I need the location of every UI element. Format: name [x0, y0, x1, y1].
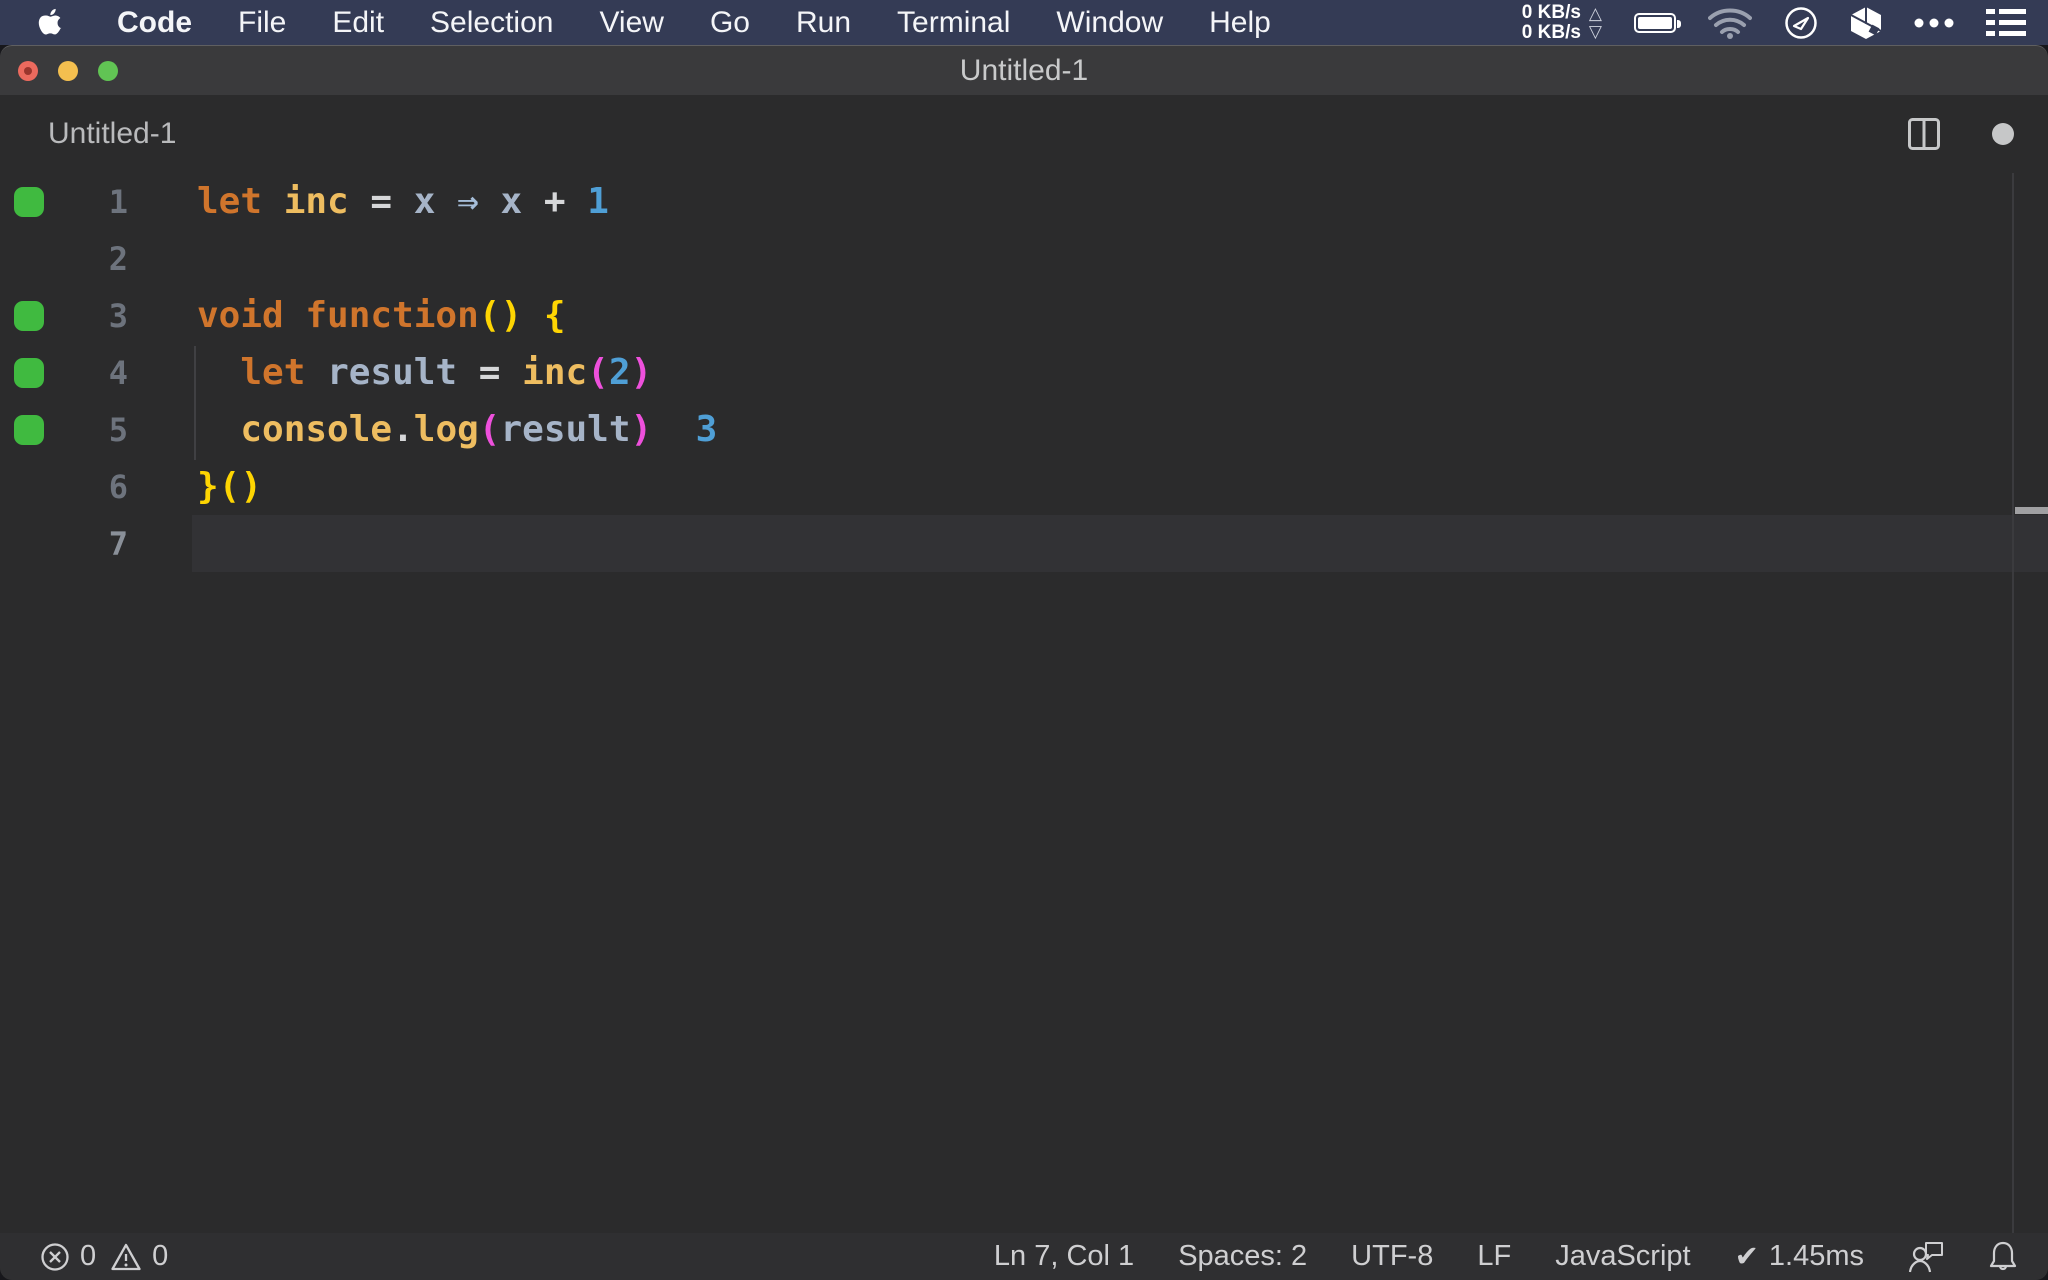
quokka-coverage-marker: [14, 414, 44, 445]
overview-ruler[interactable]: [2012, 173, 2014, 1233]
line-number: 5: [108, 410, 128, 449]
problems-warnings[interactable]: 0: [110, 1240, 168, 1273]
menu-item-terminal[interactable]: Terminal: [874, 6, 1033, 40]
list-menu-icon[interactable]: [1986, 8, 2026, 37]
quokka-timing[interactable]: ✔ 1.45ms: [1735, 1239, 1864, 1274]
quokka-coverage-marker: [14, 357, 44, 388]
warning-icon: [110, 1242, 142, 1272]
error-count: 0: [80, 1240, 97, 1272]
editor-area: Untitled-1 1 let inc = x ⇒ x + 1 2 3 void fu…: [0, 95, 2048, 1233]
line-number: 7: [108, 524, 128, 563]
apple-icon[interactable]: [38, 8, 64, 38]
language-mode[interactable]: JavaScript: [1555, 1240, 1690, 1273]
problems-errors[interactable]: 0: [40, 1240, 96, 1273]
battery-icon[interactable]: [1634, 12, 1681, 33]
net-down-speed: 0 KB/s: [1521, 21, 1581, 43]
close-button[interactable]: [18, 61, 38, 81]
menu-item-code[interactable]: Code: [94, 6, 215, 40]
code-text: }(): [197, 466, 263, 507]
end-of-line[interactable]: LF: [1477, 1240, 1511, 1273]
menu-items: Code File Edit Selection View Go Run Terminal Wi…: [94, 6, 1294, 40]
check-icon: ✔: [1734, 1241, 1759, 1273]
code-text: console.log(result) 3: [240, 409, 718, 450]
code-line-5[interactable]: 5 console.log(result) 3: [0, 401, 2048, 458]
minimize-button[interactable]: [58, 61, 78, 81]
code-text: let result = inc(2): [240, 352, 653, 393]
warning-count: 0: [152, 1240, 169, 1272]
code-line-2[interactable]: 2: [0, 230, 2048, 287]
wifi-icon[interactable]: [1708, 7, 1752, 39]
split-editor-icon[interactable]: [1908, 118, 1940, 150]
net-down-arrow: ▽: [1588, 21, 1602, 41]
overflow-dots-icon[interactable]: [1914, 18, 1954, 28]
menu-item-file[interactable]: File: [215, 6, 309, 40]
code-lines: 1 let inc = x ⇒ x + 1 2 3 void function() { 4…: [0, 173, 2048, 572]
file-encoding[interactable]: UTF-8: [1351, 1240, 1433, 1273]
code-line-4[interactable]: 4 let result = inc(2): [0, 344, 2048, 401]
indentation-setting[interactable]: Spaces: 2: [1178, 1240, 1307, 1273]
quokka-coverage-marker: [14, 186, 44, 217]
code-text: void function() {: [197, 295, 566, 336]
vscode-window: Untitled-1 Untitled-1 1 let inc = x ⇒ x +…: [0, 45, 2048, 1280]
status-bar: 0 0 Ln 7, Col 1 Spaces: 2 UTF-8 LF JavaS…: [0, 1233, 2048, 1280]
menu-item-view[interactable]: View: [576, 6, 686, 40]
cube-menu-icon[interactable]: [1850, 6, 1882, 40]
feedback-person-icon: [1908, 1241, 1944, 1273]
line-number: 3: [108, 296, 128, 335]
code-line-7[interactable]: 7: [0, 515, 2048, 572]
traffic-lights: [0, 46, 118, 96]
menu-item-help[interactable]: Help: [1186, 6, 1294, 40]
window-titlebar[interactable]: Untitled-1: [0, 45, 2048, 95]
error-icon: [40, 1242, 70, 1272]
breadcrumb-filename[interactable]: Untitled-1: [48, 117, 176, 151]
code-line-1[interactable]: 1 let inc = x ⇒ x + 1: [0, 173, 2048, 230]
window-title: Untitled-1: [959, 53, 1089, 87]
net-up-speed: 0 KB/s: [1521, 1, 1581, 23]
code-line-3[interactable]: 3 void function() {: [0, 287, 2048, 344]
network-speed-indicator[interactable]: 0 KB/s 0 KB/s △ ▽: [1521, 1, 1602, 43]
unsaved-changes-dot[interactable]: [1992, 123, 2014, 145]
menu-item-edit[interactable]: Edit: [309, 6, 407, 40]
feedback-button[interactable]: [1908, 1241, 1944, 1273]
menu-item-run[interactable]: Run: [773, 6, 874, 40]
net-up-arrow: △: [1588, 3, 1602, 23]
timing-value: 1.45ms: [1768, 1240, 1864, 1272]
menu-item-go[interactable]: Go: [687, 6, 773, 40]
gutter-spacer: [14, 472, 44, 502]
line-number: 1: [108, 182, 128, 221]
line-number: 4: [108, 353, 128, 392]
gutter-spacer: [14, 244, 44, 274]
zoom-button[interactable]: [98, 61, 118, 81]
clock-menu-icon[interactable]: [1784, 6, 1818, 40]
editor-header-row: Untitled-1: [0, 95, 2048, 173]
line-number: 6: [108, 467, 128, 506]
menubar-status-area: 0 KB/s 0 KB/s △ ▽: [1521, 1, 2026, 43]
line-number: 2: [108, 239, 128, 278]
code-line-6[interactable]: 6 }(): [0, 458, 2048, 515]
menu-item-window[interactable]: Window: [1033, 6, 1186, 40]
indent-guide: [194, 346, 196, 460]
gutter-spacer: [14, 529, 44, 559]
notifications-button[interactable]: [1988, 1240, 2018, 1274]
bell-icon: [1988, 1240, 2018, 1274]
overview-cursor-marker: [2015, 507, 2048, 514]
quokka-coverage-marker: [14, 300, 44, 331]
menu-item-selection[interactable]: Selection: [407, 6, 576, 40]
cursor-position[interactable]: Ln 7, Col 1: [994, 1240, 1134, 1273]
menu-bar: Code File Edit Selection View Go Run Terminal Wi…: [0, 0, 2048, 45]
code-text: let inc = x ⇒ x + 1: [197, 181, 609, 222]
